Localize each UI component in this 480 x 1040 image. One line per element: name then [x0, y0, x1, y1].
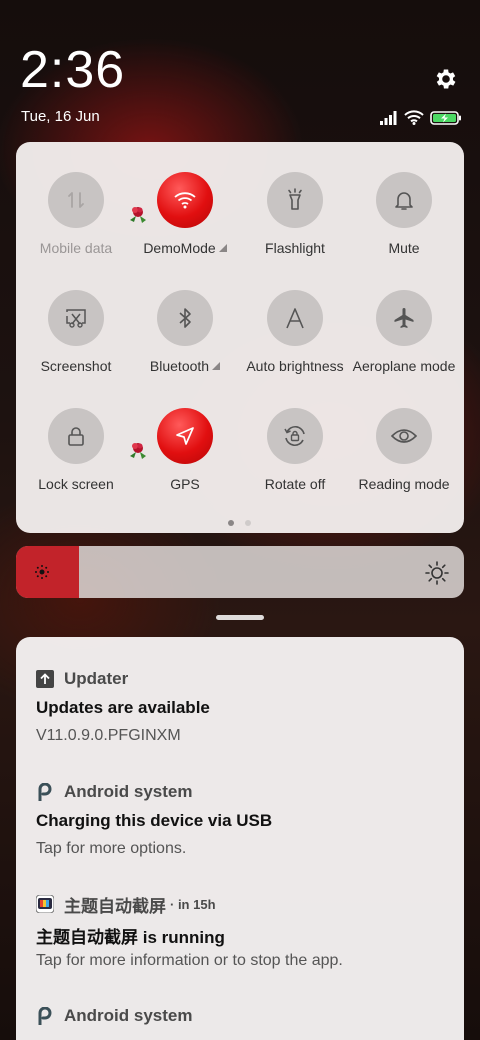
page-indicator	[228, 520, 254, 528]
eye-icon	[391, 429, 417, 443]
battery-charging-icon	[430, 111, 461, 125]
mobile-data-button[interactable]	[48, 172, 104, 228]
location-arrow-icon	[176, 427, 194, 445]
airplane-icon	[394, 308, 414, 328]
date[interactable]: Tue, 16 Jun	[21, 108, 100, 125]
auto-brightness-button[interactable]	[267, 290, 323, 346]
android-p-icon	[38, 783, 52, 801]
bluetooth-button[interactable]	[157, 290, 213, 346]
wifi-status-icon	[404, 110, 424, 125]
notification-header: 主题自动截屏 · in 15h	[36, 892, 216, 916]
app-tv-icon	[36, 895, 54, 913]
clock[interactable]: 2:36	[20, 40, 125, 100]
tile-gps[interactable]: GPS	[130, 408, 240, 508]
android-p-icon	[38, 1007, 52, 1025]
reading-mode-button[interactable]	[376, 408, 432, 464]
settings-gear-icon[interactable]	[433, 66, 459, 92]
tile-label: Aeroplane mode	[352, 358, 456, 374]
notification-app-name: 主题自动截屏	[64, 896, 166, 916]
notification-time: · in 15h	[170, 896, 216, 912]
tile-label: Bluetooth	[124, 358, 246, 374]
tile-label: Auto brightness	[246, 358, 344, 374]
tile-label: DemoMode	[124, 240, 246, 256]
tile-bluetooth[interactable]: Bluetooth	[130, 290, 240, 390]
bluetooth-icon	[179, 308, 191, 328]
tile-label: Screenshot	[40, 358, 112, 374]
notification-title: Updates are available	[36, 698, 210, 717]
notification-app-name: Updater	[64, 669, 129, 688]
wifi-icon	[174, 192, 196, 209]
screenshot-icon	[66, 309, 86, 328]
tile-auto-brightness[interactable]: Auto brightness	[240, 290, 350, 390]
notification-text: Tap for more options.	[36, 840, 187, 857]
brightness-high-icon	[425, 561, 449, 585]
tile-label: Lock screen	[38, 476, 114, 492]
bluetooth-label: Bluetooth	[149, 358, 210, 374]
tile-screenshot[interactable]: Screenshot	[21, 290, 131, 390]
notification-android-system[interactable]: Android system Charging this device via …	[36, 780, 446, 870]
signal-icon	[380, 111, 397, 125]
rotate-off-button[interactable]	[267, 408, 323, 464]
tile-mute[interactable]: Mute	[349, 172, 459, 272]
notifications-panel: Updater Updates are available V11.0.9.0.…	[16, 637, 464, 1040]
notification-text: Tap for more information or to stop the …	[36, 952, 343, 969]
expand-triangle-icon	[218, 244, 227, 252]
brightness-slider[interactable]	[16, 546, 464, 598]
notification-app-name: Android system	[64, 1006, 193, 1025]
brightness-low-icon	[35, 565, 49, 579]
expand-triangle-icon	[212, 362, 221, 370]
quick-settings-panel: Mobile data DemoMode Flashlight Mute Scr…	[16, 142, 464, 533]
mute-button[interactable]	[376, 172, 432, 228]
notification-app-name: Android system	[64, 782, 193, 801]
notification-android-system-2[interactable]: Android system	[36, 1004, 446, 1040]
mobile-data-icon	[68, 192, 84, 208]
notification-header: Android system	[36, 1004, 192, 1028]
bell-icon	[395, 192, 413, 210]
drag-handle[interactable]	[216, 615, 264, 620]
notification-updater[interactable]: Updater Updates are available V11.0.9.0.…	[36, 667, 446, 757]
tile-label: Mobile data	[39, 240, 113, 256]
auto-brightness-icon	[286, 308, 304, 329]
tile-aeroplane-mode[interactable]: Aeroplane mode	[349, 290, 459, 390]
demomode-label: DemoMode	[143, 240, 216, 256]
tile-label: Reading mode	[358, 476, 450, 492]
screenshot-button[interactable]	[48, 290, 104, 346]
lock-icon	[68, 427, 84, 446]
demomode-button[interactable]	[157, 172, 213, 228]
notification-header: Android system	[36, 780, 192, 804]
tile-label: Mute	[388, 240, 420, 256]
tile-demomode[interactable]: DemoMode	[130, 172, 240, 272]
notification-header: Updater	[36, 667, 128, 691]
tile-reading-mode[interactable]: Reading mode	[349, 408, 459, 508]
lock-screen-button[interactable]	[48, 408, 104, 464]
notification-text: V11.0.9.0.PFGINXM	[36, 727, 181, 744]
gps-button[interactable]	[157, 408, 213, 464]
flower-decoration-icon	[130, 443, 146, 459]
notification-theme-screenshot[interactable]: 主题自动截屏 · in 15h 主题自动截屏 is running Tap fo…	[36, 892, 446, 982]
tile-rotate-off[interactable]: Rotate off	[240, 408, 350, 508]
rotate-lock-icon	[284, 426, 305, 446]
updater-arrow-icon	[36, 670, 54, 688]
tile-label: Flashlight	[265, 240, 325, 256]
page-dot-active	[228, 520, 234, 526]
page-dot	[245, 520, 251, 526]
tile-flashlight[interactable]: Flashlight	[240, 172, 350, 272]
flashlight-icon	[288, 188, 302, 210]
tile-mobile-data[interactable]: Mobile data	[21, 172, 131, 272]
tile-label: Rotate off	[264, 476, 326, 492]
aeroplane-mode-button[interactable]	[376, 290, 432, 346]
flower-decoration-icon	[130, 207, 146, 223]
notification-title: 主题自动截屏 is running	[36, 928, 225, 947]
notification-title: Charging this device via USB	[36, 811, 273, 830]
tile-lock-screen[interactable]: Lock screen	[21, 408, 131, 508]
tile-label: GPS	[170, 476, 200, 492]
flashlight-button[interactable]	[267, 172, 323, 228]
